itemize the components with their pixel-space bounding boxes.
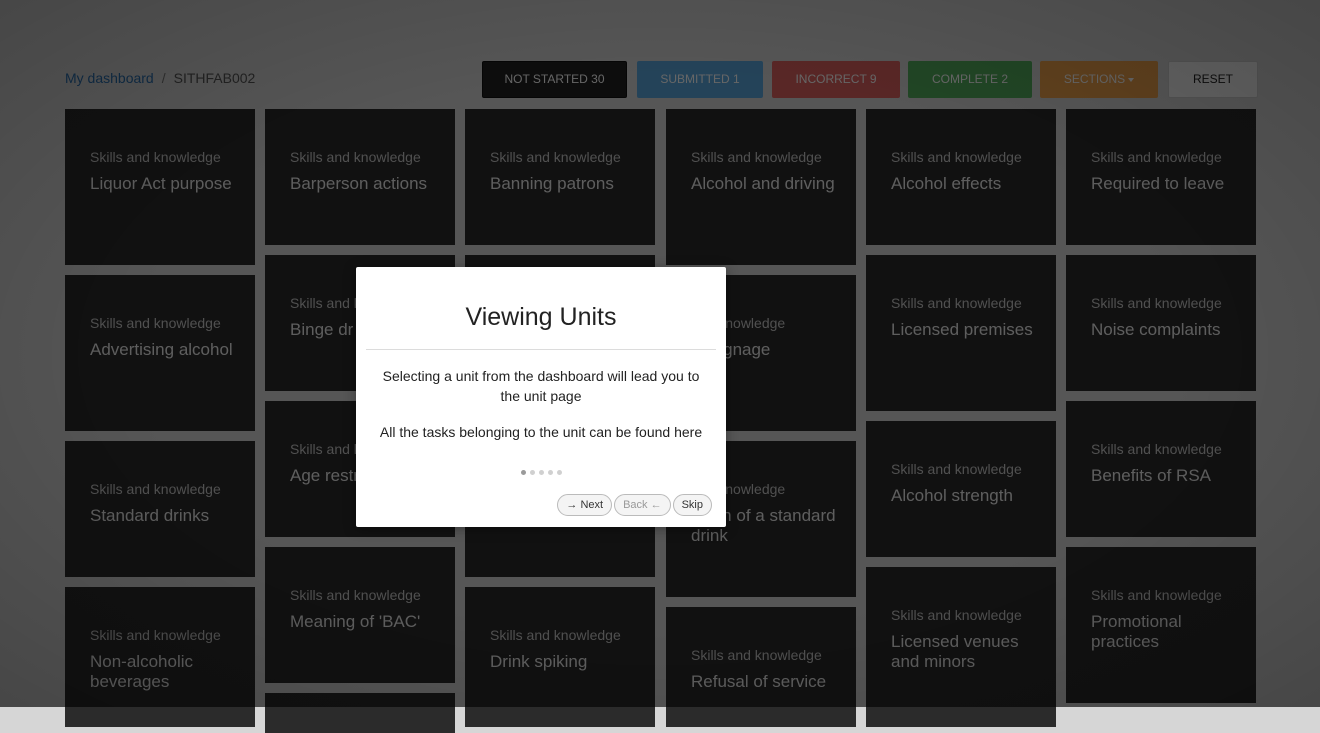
unit-card[interactable]: Skills and knowledge Standard drinks <box>65 441 255 577</box>
unit-card-category: Skills and knowledge <box>1091 295 1222 311</box>
unit-card-category: Skills and knowledge <box>1091 587 1222 603</box>
dashboard-app: My dashboard / SITHFAB002 NOT STARTED 30 S… <box>0 0 1320 733</box>
step-dot <box>547 470 553 475</box>
unit-card-category: Skills and knowledge <box>1091 149 1222 165</box>
unit-card[interactable]: Skills and knowledge Noise complaints <box>1066 255 1256 391</box>
unit-card-title: Licensed venues and minors <box>891 632 1019 671</box>
unit-card[interactable]: Skills and knowledge Alcohol and driving <box>666 109 856 265</box>
unit-card-title: Licensed premises <box>891 320 1033 339</box>
modal-text-2: All the tasks belonging to the unit can … <box>379 424 703 440</box>
breadcrumb: My dashboard / SITHFAB002 <box>65 70 255 86</box>
unit-card[interactable]: Skills and knowledge Barperson actions <box>265 109 455 245</box>
unit-card-title: Liquor Act purpose <box>90 174 232 193</box>
unit-card[interactable] <box>265 693 455 733</box>
unit-card-category: Skills and knowledge <box>290 587 421 603</box>
incorrect-filter-button[interactable]: INCORRECT 9 <box>772 61 900 98</box>
unit-card[interactable]: Skills and knowledge Liquor Act purpose <box>65 109 255 265</box>
unit-card-title: Standard drinks <box>90 506 210 525</box>
unit-card-category: Skills and knowledge <box>90 481 221 497</box>
unit-card-title: Refusal of service <box>691 672 827 691</box>
unit-card-category: Skills and knowledge <box>90 627 221 643</box>
reset-button[interactable]: RESET <box>1168 61 1258 98</box>
unit-card-category: Skills and knowledge <box>891 295 1022 311</box>
unit-card[interactable]: Skills and knowledge Banning patrons <box>465 109 655 245</box>
breadcrumb-separator: / <box>161 70 166 86</box>
unit-card-title: Non-alcoholic beverages <box>90 652 193 691</box>
breadcrumb-current: SITHFAB002 <box>173 70 256 86</box>
unit-card-title: Banning patrons <box>490 174 614 193</box>
unit-card[interactable]: Skills and knowledge Drink spiking <box>465 587 655 727</box>
step-dot <box>520 470 526 475</box>
unit-card-category: Skills and knowledge <box>891 607 1022 623</box>
unit-card-title: Noise complaints <box>1091 320 1221 339</box>
unit-card-category: Skills and knowledge <box>691 149 822 165</box>
unit-card-category: Skills and knowledge <box>490 627 621 643</box>
modal-buttons: → Next Back ← Skip <box>555 494 712 516</box>
unit-card-category: Skills and knowledge <box>1091 441 1222 457</box>
caret-down-icon <box>1128 77 1135 82</box>
tour-step-indicator <box>356 470 726 475</box>
skip-button[interactable]: Skip <box>672 494 712 516</box>
back-button[interactable]: Back ← <box>614 494 671 516</box>
breadcrumb-dashboard-link[interactable]: My dashboard <box>65 70 154 86</box>
unit-card[interactable]: Skills and knowledge Licensed venues and … <box>866 567 1056 727</box>
modal-title: Viewing Units <box>465 303 617 331</box>
next-button[interactable]: → Next <box>557 494 613 516</box>
unit-card[interactable]: Skills and knowledge Alcohol strength <box>866 421 1056 557</box>
unit-card[interactable]: Skills and knowledge Non-alcoholic bevera… <box>65 587 255 727</box>
step-dot <box>538 470 544 475</box>
complete-filter-button[interactable]: COMPLETE 2 <box>908 61 1032 98</box>
unit-card-title: Advertising alcohol <box>90 340 233 359</box>
unit-card-title: Alcohol and driving <box>691 174 835 193</box>
unit-card[interactable]: Skills and knowledge Licensed premises <box>866 255 1056 411</box>
sections-label: SECTIONS <box>1063 72 1126 86</box>
unit-card[interactable]: Skills and knowledge Required to leave <box>1066 109 1256 245</box>
unit-card-category: Skills and knowledge <box>891 149 1022 165</box>
unit-card[interactable]: Skills and knowledge Promotional practice… <box>1066 547 1256 703</box>
unit-card-title: Alcohol effects <box>891 174 1002 193</box>
unit-card-title: Required to leave <box>1091 174 1225 193</box>
unit-card[interactable]: Skills and knowledge Benefits of RSA <box>1066 401 1256 537</box>
sections-dropdown-button[interactable]: SECTIONS <box>1040 61 1158 98</box>
unit-card[interactable]: Skills and knowledge Advertising alcohol <box>65 275 255 431</box>
submitted-filter-button[interactable]: SUBMITTED 1 <box>637 61 763 98</box>
unit-card-title: Alcohol strength <box>891 486 1013 505</box>
not-started-filter-button[interactable]: NOT STARTED 30 <box>482 61 627 98</box>
unit-card[interactable]: Skills and knowledge Alcohol effects <box>866 109 1056 245</box>
unit-card-category: Skills and knowledge <box>90 149 221 165</box>
unit-card-category: Skills and knowledge <box>891 461 1022 477</box>
modal-text-1: Selecting a unit from the dashboard will… <box>382 368 700 404</box>
tour-modal: Viewing Units Selecting a unit from the … <box>356 267 726 527</box>
unit-card-title: Benefits of RSA <box>1091 466 1212 485</box>
unit-card-category: Skills and knowledge <box>490 149 621 165</box>
step-dot <box>529 470 535 475</box>
unit-card-title: Meaning of 'BAC' <box>290 612 421 631</box>
unit-card-category: Skills and knowledge <box>691 647 822 663</box>
unit-card[interactable]: Skills and knowledge Meaning of 'BAC' <box>265 547 455 683</box>
modal-divider <box>366 349 716 350</box>
unit-card[interactable]: Skills and knowledge Refusal of service <box>666 607 856 727</box>
unit-card-title: Promotional practices <box>1091 612 1182 651</box>
step-dot <box>556 470 562 475</box>
unit-card-title: Drink spiking <box>490 652 588 671</box>
unit-card-category: Skills and knowledge <box>290 149 421 165</box>
unit-card-category: Skills and knowledge <box>90 315 221 331</box>
unit-card-title: Barperson actions <box>290 174 428 193</box>
